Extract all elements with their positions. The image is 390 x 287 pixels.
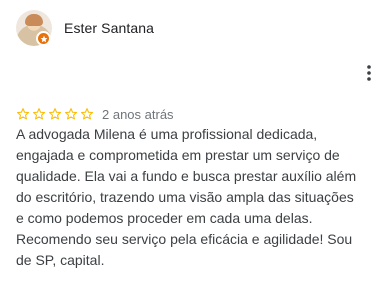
- reviewer-name[interactable]: Ester Santana: [64, 20, 154, 36]
- avatar-hair: [25, 14, 43, 26]
- star-outline-icon: [80, 108, 94, 120]
- review-text: A advogada Milena é uma profissional ded…: [16, 126, 357, 268]
- star-rating: [16, 107, 94, 121]
- star-outline-icon: [48, 108, 62, 120]
- review-card: Ester Santana 2 anos atrás A advogada Mi…: [0, 0, 390, 287]
- more-vert-icon: [367, 65, 371, 81]
- star-outline-icon: [16, 108, 30, 120]
- local-guide-badge-icon: [36, 31, 51, 46]
- star-outline-icon: [32, 108, 46, 120]
- star-outline-icon: [64, 108, 78, 120]
- more-options-button[interactable]: [360, 62, 378, 84]
- rating-row: 2 anos atrás: [16, 106, 174, 122]
- review-date: 2 anos atrás: [102, 106, 174, 122]
